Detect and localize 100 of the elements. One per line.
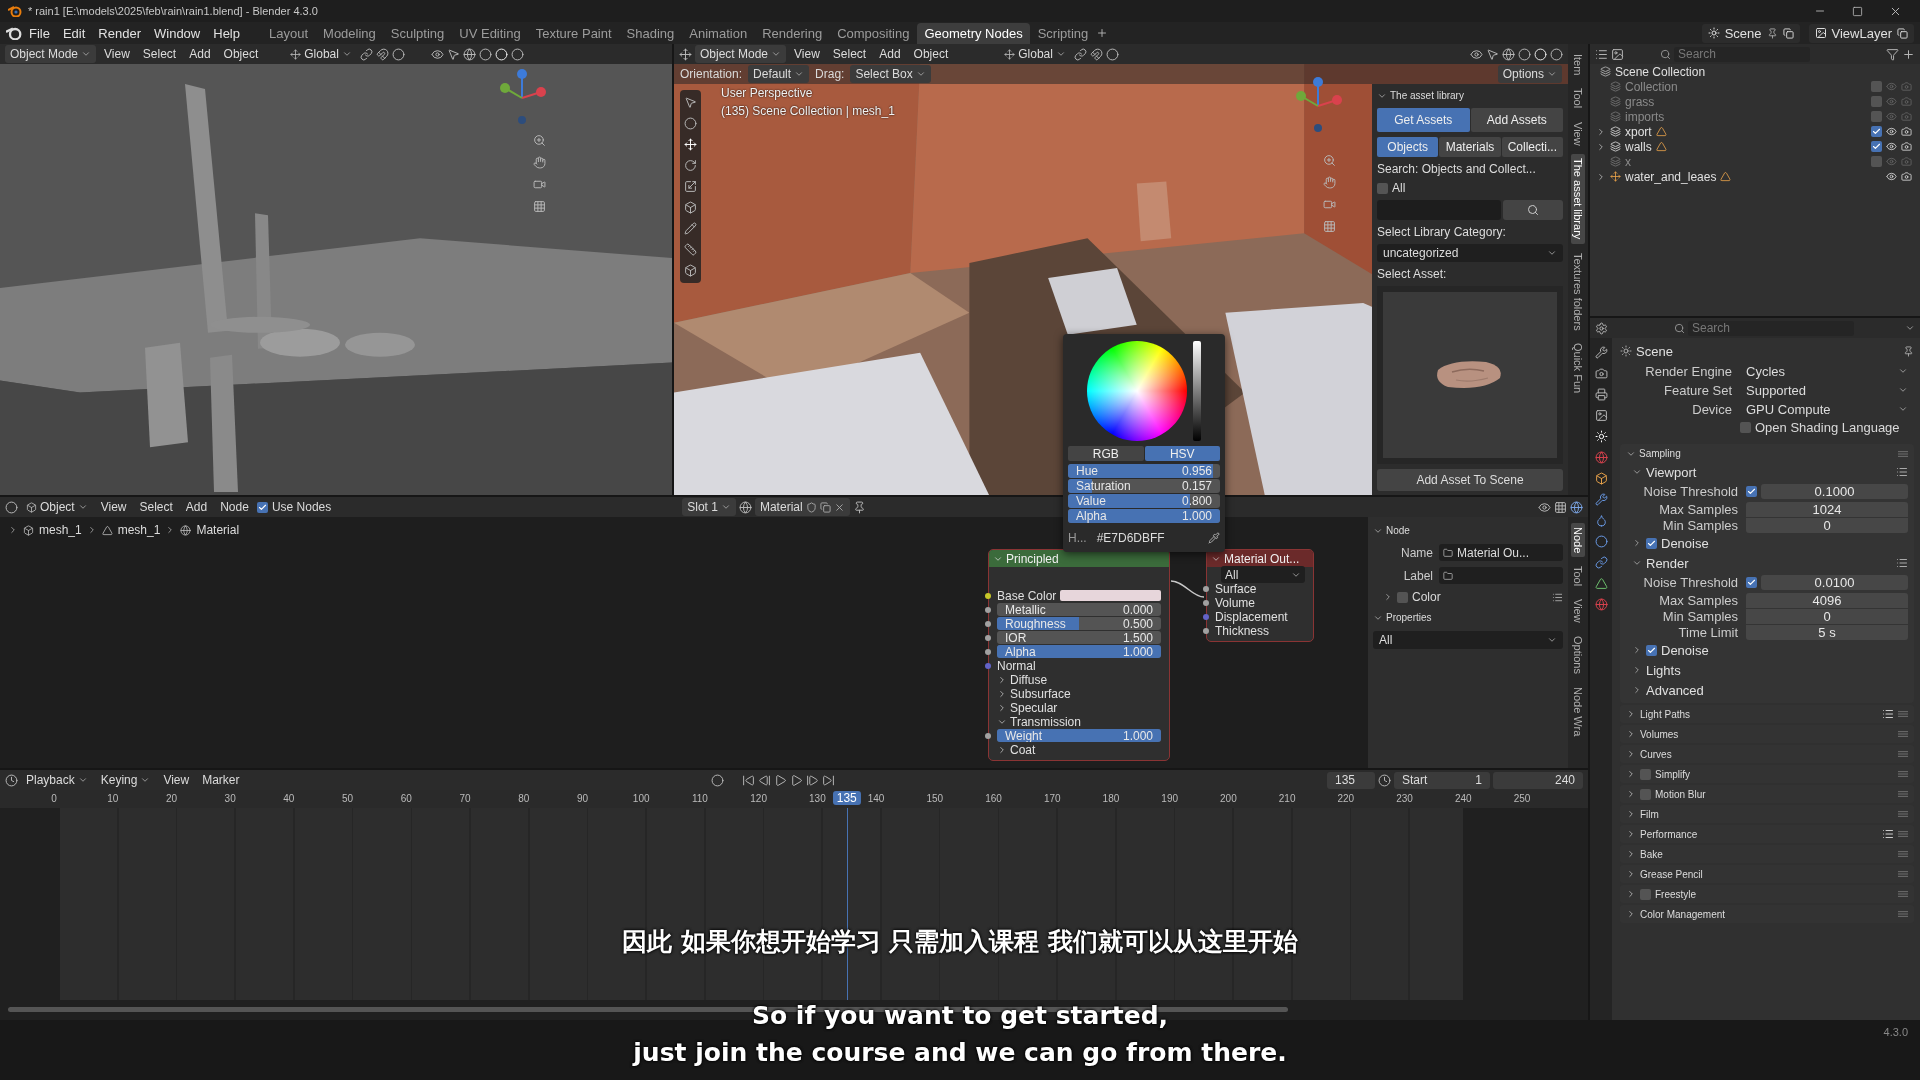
menu-item[interactable]: Help bbox=[207, 23, 246, 43]
checkbox[interactable] bbox=[1640, 788, 1651, 800]
workspace-tab[interactable]: Compositing bbox=[830, 22, 917, 44]
add-workspace-icon[interactable] bbox=[1096, 27, 1109, 39]
menu-button[interactable]: Select bbox=[137, 45, 182, 63]
number-field[interactable]: 0 bbox=[1746, 518, 1908, 533]
name-field[interactable]: Material Ou... bbox=[1439, 544, 1563, 561]
number-field[interactable]: 0.0100 bbox=[1761, 575, 1908, 590]
menu-dropdown[interactable]: Playback bbox=[21, 771, 93, 789]
shader-node[interactable]: Material Out... All Surface Volume Displacement Thickness bbox=[1206, 549, 1314, 642]
search-field[interactable]: Search bbox=[1688, 320, 1854, 336]
expand-icon[interactable] bbox=[1596, 171, 1606, 182]
tree-item[interactable]: imports bbox=[1625, 109, 1665, 124]
frame-field[interactable]: 135 bbox=[1327, 771, 1375, 789]
list-icon[interactable] bbox=[1896, 466, 1908, 478]
play-icon[interactable] bbox=[789, 773, 803, 787]
list-icon[interactable] bbox=[1552, 591, 1563, 603]
workspace-tab[interactable]: Texture Paint bbox=[528, 22, 619, 44]
menu-button[interactable]: Add bbox=[184, 45, 216, 63]
checkbox[interactable] bbox=[1740, 422, 1751, 433]
section-toggle[interactable]: Diffuse bbox=[997, 672, 1048, 687]
search-field[interactable]: Search bbox=[1674, 46, 1810, 62]
overlay-icon[interactable] bbox=[1538, 500, 1551, 514]
sidebar-tab[interactable]: Textures folders bbox=[1571, 248, 1585, 335]
camera-icon[interactable] bbox=[533, 178, 546, 191]
mode-dropdown[interactable]: Object Mode bbox=[695, 45, 787, 63]
object-icon[interactable] bbox=[1594, 472, 1608, 485]
snap-icon[interactable] bbox=[1554, 500, 1567, 514]
menu-button[interactable]: Object bbox=[218, 45, 264, 63]
checkbox[interactable] bbox=[1397, 591, 1408, 603]
circle-icon[interactable] bbox=[1550, 47, 1563, 61]
label-field[interactable] bbox=[1439, 567, 1563, 584]
magnet-icon[interactable] bbox=[1089, 47, 1103, 61]
mode-dropdown[interactable]: Object Mode bbox=[5, 45, 97, 63]
value-dropdown[interactable]: Supported bbox=[1740, 381, 1914, 399]
checkbox[interactable] bbox=[256, 501, 268, 513]
value-dropdown[interactable]: GPU Compute bbox=[1740, 400, 1914, 418]
hand-icon[interactable] bbox=[533, 156, 546, 169]
breadcrumb-item[interactable]: mesh_1 bbox=[117, 523, 161, 537]
workspace-tab[interactable]: Shading bbox=[619, 22, 682, 44]
menu-button[interactable]: Add bbox=[180, 498, 213, 516]
subpanel-title[interactable]: Denoise bbox=[1661, 642, 1709, 658]
sidebar-tab[interactable]: Node bbox=[1571, 523, 1585, 558]
scene-selector[interactable]: Scene bbox=[1701, 23, 1800, 43]
menu-button[interactable]: View bbox=[158, 771, 195, 789]
step-forward-icon[interactable] bbox=[805, 773, 819, 787]
menu-item[interactable]: File bbox=[23, 23, 56, 43]
output-icon[interactable] bbox=[1594, 388, 1608, 401]
circle-icon[interactable] bbox=[478, 47, 492, 61]
eye-icon[interactable] bbox=[1470, 47, 1483, 61]
sidebar-tab[interactable]: View bbox=[1571, 595, 1585, 628]
eyedropper-icon[interactable] bbox=[1208, 531, 1220, 544]
tree-item[interactable]: walls bbox=[1625, 139, 1652, 154]
step-back-icon[interactable] bbox=[757, 773, 771, 787]
scene-icon[interactable] bbox=[1594, 430, 1608, 443]
circle-icon[interactable] bbox=[1518, 47, 1531, 61]
jump-end-icon[interactable] bbox=[821, 773, 835, 787]
value-slider[interactable]: Weight 1.000 bbox=[997, 729, 1161, 742]
render-icon[interactable] bbox=[1594, 367, 1608, 380]
link-icon[interactable] bbox=[1073, 47, 1087, 61]
section-toggle[interactable]: Coat bbox=[997, 742, 1036, 757]
new-collection-icon[interactable] bbox=[1902, 47, 1915, 61]
subpanel-title[interactable]: Render bbox=[1646, 555, 1689, 571]
tree-item[interactable]: x bbox=[1625, 154, 1631, 169]
sidebar-tab[interactable]: Tool bbox=[1571, 84, 1585, 113]
menu-button[interactable]: View bbox=[95, 498, 132, 516]
menu-item[interactable]: Edit bbox=[56, 23, 92, 43]
number-field[interactable]: 1024 bbox=[1746, 502, 1908, 517]
workspace-tab[interactable]: Animation bbox=[682, 22, 755, 44]
expand-icon[interactable] bbox=[1596, 141, 1606, 152]
circle-icon[interactable] bbox=[1105, 47, 1119, 61]
menu-button[interactable]: Object bbox=[908, 45, 954, 63]
view-layer-icon[interactable] bbox=[1594, 409, 1608, 422]
color-swatch[interactable] bbox=[1060, 590, 1161, 601]
breadcrumb-item[interactable]: mesh_1 bbox=[39, 523, 82, 537]
constraint-icon[interactable] bbox=[1594, 556, 1608, 569]
eye-icon[interactable] bbox=[430, 47, 444, 61]
number-field[interactable]: Metallic 0.000 bbox=[997, 603, 1161, 616]
start-field[interactable]: Start 1 bbox=[1394, 771, 1490, 789]
material-field[interactable]: Material bbox=[754, 498, 850, 516]
slot-dropdown[interactable]: Slot 1 bbox=[682, 498, 736, 516]
number-field[interactable]: 4096 bbox=[1746, 593, 1908, 608]
magnet-icon[interactable] bbox=[375, 47, 389, 61]
maximize-icon[interactable] bbox=[1852, 5, 1863, 17]
particles-icon[interactable] bbox=[1594, 514, 1608, 527]
number-field[interactable]: IOR 1.500 bbox=[997, 631, 1161, 644]
menu-button[interactable]: View bbox=[99, 45, 135, 63]
chevron-icon[interactable] bbox=[1905, 323, 1915, 333]
number-field[interactable]: 0 bbox=[1746, 609, 1908, 624]
checkbox[interactable] bbox=[1640, 888, 1651, 900]
expand-icon[interactable] bbox=[1596, 126, 1606, 137]
number-field[interactable]: 0.1000 bbox=[1761, 484, 1908, 499]
menu-dropdown[interactable]: Keying bbox=[95, 771, 156, 789]
workspace-tab[interactable]: Layout bbox=[262, 22, 316, 44]
menu-button[interactable]: Node bbox=[215, 498, 254, 516]
checkbox[interactable] bbox=[1871, 141, 1882, 152]
value-slider[interactable]: Roughness 0.500 bbox=[997, 617, 1161, 630]
tree-item[interactable]: Scene Collection bbox=[1615, 64, 1706, 79]
workspace-tab[interactable]: Rendering bbox=[755, 22, 830, 44]
sidebar-tab[interactable]: Node Wra bbox=[1571, 683, 1585, 741]
